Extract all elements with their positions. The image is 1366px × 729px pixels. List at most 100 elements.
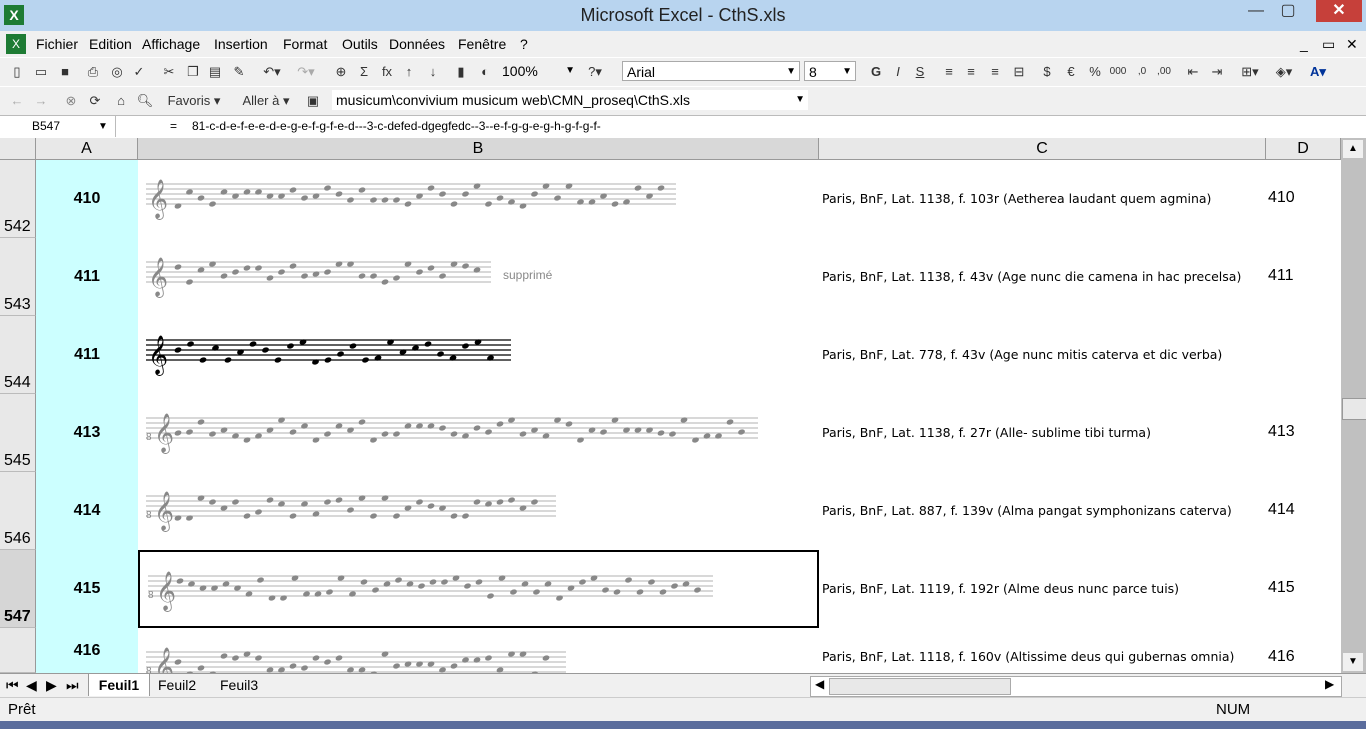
doc-restore-icon[interactable]: ▭ [1322, 36, 1335, 53]
menu-help[interactable]: ? [520, 36, 528, 52]
close-icon[interactable]: ✕ [1316, 0, 1362, 22]
select-all-corner[interactable] [0, 138, 36, 160]
aller-menu[interactable]: Aller à ▾ [238, 91, 294, 111]
print-preview-icon[interactable]: ◎ [108, 62, 126, 82]
last-sheet-icon[interactable]: ⏭ [66, 674, 79, 696]
menu-outils[interactable]: Outils [342, 36, 378, 52]
menu-fenetre[interactable]: Fenêtre [458, 36, 506, 52]
cell-b-notation[interactable]: 𝄞 8 [138, 472, 819, 550]
first-sheet-icon[interactable]: ⏮ [6, 674, 19, 696]
address-field[interactable]: musicum\convivium musicum web\CMN_proseq… [332, 90, 808, 110]
home-icon[interactable]: ⌂ [112, 91, 130, 111]
align-left-icon[interactable]: ≡ [940, 62, 958, 82]
row-header[interactable]: 546 [0, 472, 36, 550]
align-right-icon[interactable]: ≡ [986, 62, 1004, 82]
sheet-tab-feuil3[interactable]: Feuil3 [220, 674, 258, 696]
cell-a[interactable]: 414 [36, 472, 138, 550]
euro-icon[interactable]: € [1062, 62, 1080, 82]
align-center-icon[interactable]: ≡ [962, 62, 980, 82]
format-painter-icon[interactable]: ✎ [230, 62, 248, 82]
menu-fichier[interactable]: Fichier [36, 36, 78, 52]
show-web-toolbar-icon[interactable]: ▣ [304, 91, 322, 111]
refresh-icon[interactable]: ⟳ [86, 91, 104, 111]
cell-d[interactable]: 410 [1268, 189, 1295, 207]
row-header[interactable]: 542 [0, 160, 36, 238]
autosum-icon[interactable]: Σ [356, 62, 372, 82]
decrease-indent-icon[interactable]: ⇤ [1184, 62, 1202, 82]
copy-icon[interactable]: ❐ [184, 62, 202, 82]
menu-format[interactable]: Format [283, 36, 327, 52]
paste-icon[interactable]: ▤ [206, 62, 224, 82]
row-header[interactable]: 547 [0, 550, 36, 628]
prev-sheet-icon[interactable]: ◀ [26, 674, 37, 696]
row-header[interactable]: 544 [0, 316, 36, 394]
sort-desc-icon[interactable]: ↓ [424, 62, 442, 82]
cell-b-notation[interactable]: 𝄞 [138, 316, 819, 394]
doc-minimize-icon[interactable]: _ [1300, 36, 1308, 52]
sort-asc-icon[interactable]: ↑ [400, 62, 418, 82]
cell-b-notation[interactable]: 𝄞 [138, 160, 819, 238]
search-web-icon[interactable]: 🔍︎ [136, 91, 154, 111]
decrease-decimal-icon[interactable]: ,00 [1154, 62, 1174, 82]
scroll-down-icon[interactable]: ▼ [1343, 653, 1363, 671]
cell-b-notation[interactable]: 𝄞 supprimé [138, 238, 819, 316]
increase-indent-icon[interactable]: ⇥ [1208, 62, 1226, 82]
cell-d[interactable]: 411 [1268, 267, 1294, 285]
cell-c-source[interactable]: Paris, BnF, Lat. 1138, f. 103r (Aetherea… [822, 191, 1211, 206]
cell-d[interactable]: 413 [1268, 423, 1295, 441]
cell-d[interactable]: 414 [1268, 501, 1295, 519]
vertical-scroll-thumb[interactable] [1342, 398, 1366, 420]
name-box[interactable]: B547 ▼ [0, 116, 116, 137]
cell-b-notation[interactable]: 𝄞 8 [138, 394, 819, 472]
column-header-a[interactable]: A [36, 138, 138, 160]
spelling-icon[interactable]: ✓ [130, 62, 148, 82]
cell-a[interactable]: 416 [36, 628, 138, 673]
cell-b-notation[interactable]: 𝄞 8 [138, 550, 819, 628]
column-header-d[interactable]: D [1266, 138, 1341, 160]
sheet-tab-feuil2[interactable]: Feuil2 [158, 674, 196, 696]
redo-icon[interactable]: ↷▾ [292, 62, 320, 82]
forward-icon[interactable]: → [32, 91, 50, 111]
horizontal-scrollbar[interactable]: ◀ ▶ [810, 676, 1342, 697]
cell-d[interactable]: 415 [1268, 579, 1295, 597]
cell-c-source[interactable]: Paris, BnF, Lat. 778, f. 43v (Age nunc m… [822, 347, 1222, 362]
document-icon[interactable]: X [6, 34, 26, 54]
print-icon[interactable]: ⎙ [84, 62, 102, 82]
cell-a[interactable]: 411 [36, 238, 138, 316]
scroll-up-icon[interactable]: ▲ [1343, 140, 1363, 158]
column-header-c[interactable]: C [819, 138, 1266, 160]
italic-icon[interactable]: I [890, 62, 906, 82]
font-size-select[interactable]: 8 ▼ [804, 61, 856, 81]
vertical-scrollbar[interactable]: ▲ ▼ [1341, 138, 1366, 673]
sheet-tab-feuil1[interactable]: Feuil1 [88, 674, 150, 696]
bold-icon[interactable]: G [868, 62, 884, 82]
currency-icon[interactable]: $ [1038, 62, 1056, 82]
fill-color-icon[interactable]: ◈▾ [1270, 62, 1298, 82]
cell-c-source[interactable]: Paris, BnF, Lat. 1138, f. 43v (Age nunc … [822, 269, 1241, 284]
stop-icon[interactable]: ⊗ [62, 91, 80, 111]
font-color-icon[interactable]: A▾ [1304, 62, 1332, 82]
menu-affichage[interactable]: Affichage [142, 36, 200, 52]
doc-close-icon[interactable]: ✕ [1346, 36, 1358, 53]
cell-a[interactable]: 410 [36, 160, 138, 238]
font-select[interactable]: Arial ▼ [622, 61, 800, 81]
underline-icon[interactable]: S [912, 62, 928, 82]
cell-c-source[interactable]: Paris, BnF, Lat. 887, f. 139v (Alma pang… [822, 503, 1232, 518]
borders-icon[interactable]: ⊞▾ [1236, 62, 1264, 82]
open-icon[interactable]: ▭ [32, 62, 50, 82]
cell-a[interactable]: 411 [36, 316, 138, 394]
cell-a[interactable]: 415 [36, 550, 138, 628]
merge-center-icon[interactable]: ⊟ [1010, 62, 1028, 82]
horizontal-scroll-thumb[interactable] [829, 678, 1011, 695]
cell-c-source[interactable]: Paris, BnF, Lat. 1138, f. 27r (Alle- sub… [822, 425, 1151, 440]
cell-c-source[interactable]: Paris, BnF, Lat. 1119, f. 192r (Alme deu… [822, 581, 1179, 596]
cell-a[interactable]: 413 [36, 394, 138, 472]
back-icon[interactable]: ← [8, 91, 26, 111]
menu-donnees[interactable]: Données [389, 36, 445, 52]
menu-edition[interactable]: Edition [89, 36, 132, 52]
name-box-dropdown-icon[interactable]: ▼ [98, 116, 108, 137]
hyperlink-icon[interactable]: ⊕ [332, 62, 350, 82]
percent-icon[interactable]: % [1086, 62, 1104, 82]
next-sheet-icon[interactable]: ▶ [46, 674, 57, 696]
row-header[interactable]: 545 [0, 394, 36, 472]
